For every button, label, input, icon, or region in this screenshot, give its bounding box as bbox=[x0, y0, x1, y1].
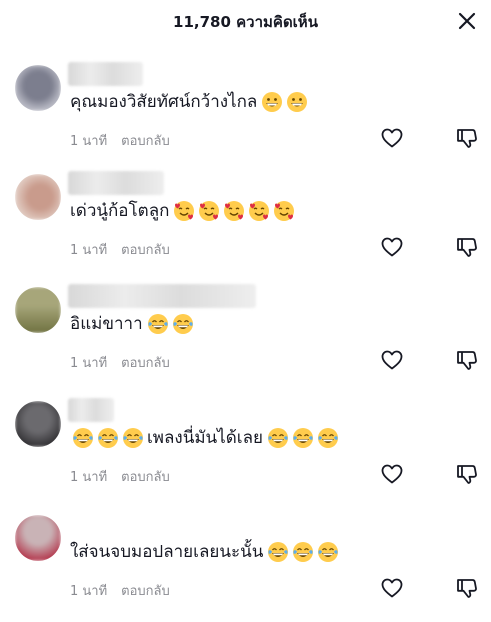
emoji-group bbox=[261, 90, 311, 114]
username-blurred[interactable] bbox=[68, 398, 114, 422]
avatar[interactable] bbox=[15, 287, 61, 333]
comment-item: ใส่จนจบมอปลายเลยนะนั้น 1 นาที ตอบกลับ bbox=[0, 512, 491, 622]
comment-item: เพลงนี่มันได้เลย 1 นาที ตอบกลับ bbox=[0, 398, 491, 508]
thumbs-down-icon[interactable] bbox=[455, 348, 479, 372]
comment-time: 1 นาที bbox=[70, 356, 108, 371]
smiling-face-with-hearts-icon bbox=[199, 201, 220, 221]
heart-icon[interactable] bbox=[380, 462, 404, 486]
tears-of-joy-face-icon bbox=[267, 428, 288, 448]
tears-of-joy-face-icon bbox=[317, 428, 338, 448]
thumbs-down-icon[interactable] bbox=[455, 576, 479, 600]
tears-of-joy-face-icon bbox=[98, 428, 118, 448]
smiling-face-with-hearts-icon bbox=[249, 201, 270, 221]
reply-button[interactable]: ตอบกลับ bbox=[121, 470, 170, 485]
emoji-group bbox=[267, 540, 342, 564]
thumbs-down-icon[interactable] bbox=[455, 126, 479, 150]
tears-of-joy-face-icon bbox=[318, 542, 339, 562]
tears-of-joy-face-icon bbox=[147, 314, 168, 334]
tears-of-joy-face-icon bbox=[123, 428, 143, 448]
comment-item: เด่วนู๋ก้อโตลูก 1 นาที ตอบกลับ bbox=[0, 171, 491, 281]
tears-of-joy-face-icon bbox=[268, 542, 289, 562]
thumbs-down-icon[interactable] bbox=[455, 462, 479, 486]
tears-of-joy-face-icon bbox=[172, 314, 193, 334]
avatar[interactable] bbox=[15, 65, 61, 111]
comment-text: เด่วนู๋ก้อโตลูก bbox=[70, 199, 298, 223]
comment-meta: 1 นาที ตอบกลับ bbox=[70, 580, 170, 601]
reply-button[interactable]: ตอบกลับ bbox=[121, 356, 170, 371]
comment-time: 1 นาที bbox=[70, 134, 108, 149]
comment-text: คุณมองวิสัยทัศน์กว้างไกล bbox=[70, 90, 311, 114]
avatar[interactable] bbox=[15, 515, 61, 561]
heart-icon[interactable] bbox=[380, 126, 404, 150]
tears-of-joy-face-icon bbox=[292, 428, 313, 448]
grin-face-icon bbox=[287, 92, 308, 112]
smiling-face-with-hearts-icon bbox=[174, 201, 195, 221]
emoji-group bbox=[267, 426, 342, 450]
comment-count-title: 11,780 ความคิดเห็น bbox=[173, 13, 318, 31]
comment-meta: 1 นาที ตอบกลับ bbox=[70, 130, 170, 151]
comment-item: คุณมองวิสัยทัศน์กว้างไกล 1 นาที ตอบกลับ bbox=[0, 62, 491, 172]
reply-button[interactable]: ตอบกลับ bbox=[121, 134, 170, 149]
reply-button[interactable]: ตอบกลับ bbox=[121, 584, 170, 599]
smiling-face-with-hearts-icon bbox=[224, 201, 245, 221]
username-blurred[interactable] bbox=[68, 284, 256, 308]
comment-meta: 1 นาที ตอบกลับ bbox=[70, 466, 170, 487]
reply-button[interactable]: ตอบกลับ bbox=[121, 243, 170, 258]
comment-text: อิแม่ขาาา bbox=[70, 312, 197, 336]
tears-of-joy-face-icon bbox=[73, 428, 93, 448]
heart-icon[interactable] bbox=[380, 576, 404, 600]
heart-icon[interactable] bbox=[380, 348, 404, 372]
smiling-face-with-hearts-icon bbox=[274, 201, 295, 221]
comment-time: 1 นาที bbox=[70, 584, 108, 599]
close-icon[interactable] bbox=[456, 10, 478, 32]
comment-time: 1 นาที bbox=[70, 470, 108, 485]
username-blurred[interactable] bbox=[68, 171, 164, 195]
emoji-group bbox=[147, 312, 197, 336]
username-blurred[interactable] bbox=[68, 62, 143, 86]
comments-header: 11,780 ความคิดเห็น bbox=[0, 0, 491, 40]
comment-text: เพลงนี่มันได้เลย bbox=[72, 426, 342, 450]
comment-text: ใส่จนจบมอปลายเลยนะนั้น bbox=[70, 540, 342, 564]
emoji-group-leading bbox=[72, 426, 147, 450]
thumbs-down-icon[interactable] bbox=[455, 235, 479, 259]
avatar[interactable] bbox=[15, 174, 61, 220]
emoji-group bbox=[173, 199, 298, 223]
comment-meta: 1 นาที ตอบกลับ bbox=[70, 352, 170, 373]
comment-item: อิแม่ขาาา 1 นาที ตอบกลับ bbox=[0, 284, 491, 394]
comment-meta: 1 นาที ตอบกลับ bbox=[70, 239, 170, 260]
heart-icon[interactable] bbox=[380, 235, 404, 259]
comment-time: 1 นาที bbox=[70, 243, 108, 258]
avatar[interactable] bbox=[15, 401, 61, 447]
grin-face-icon bbox=[262, 92, 283, 112]
tears-of-joy-face-icon bbox=[293, 542, 314, 562]
